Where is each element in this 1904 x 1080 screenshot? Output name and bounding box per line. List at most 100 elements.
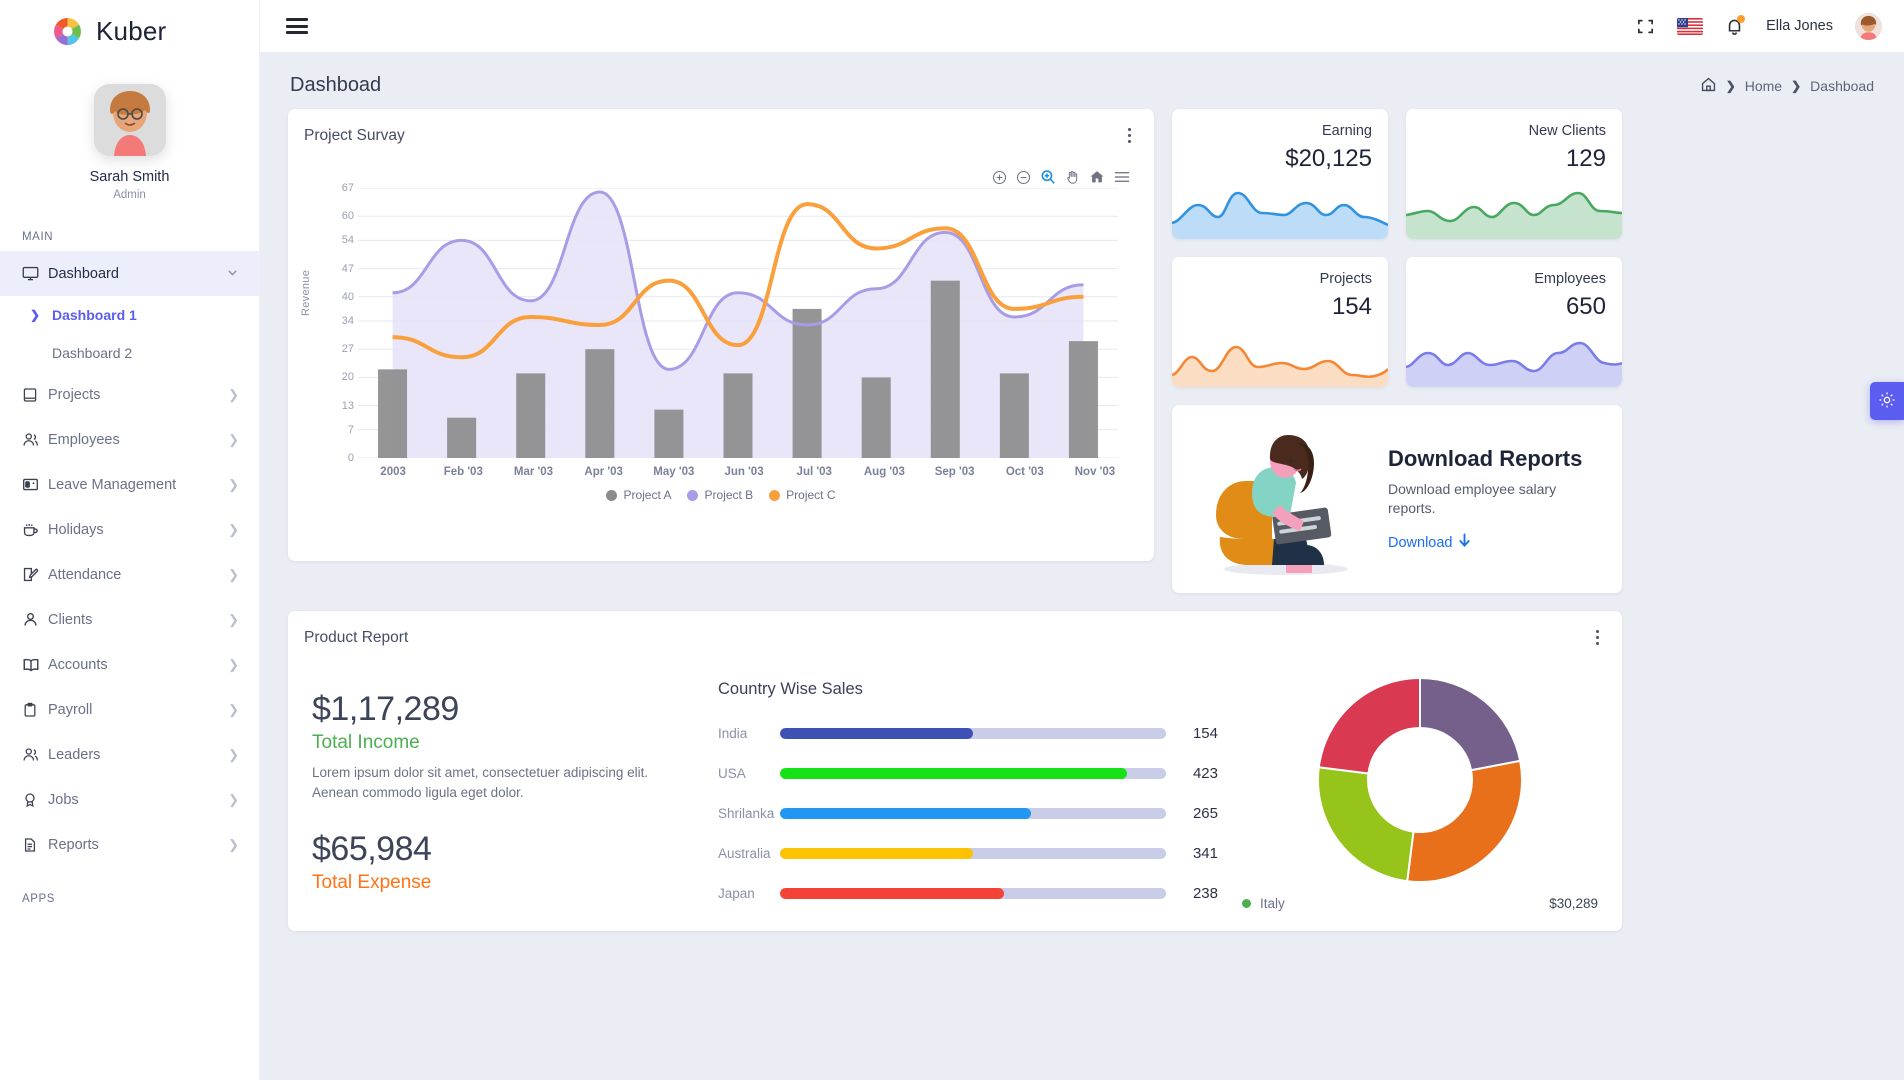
breadcrumb: ❯ Home ❯ Dashboad [1700, 76, 1874, 96]
donut-legend-row[interactable]: Italy $30,289 [1242, 896, 1598, 911]
chevron-right-icon: ❯ [228, 477, 239, 493]
app-root: Kuber Sarah Smith Admin MAIN [0, 0, 1904, 1080]
hamburger-icon[interactable] [286, 18, 308, 34]
selection-zoom-icon[interactable] [1040, 169, 1056, 185]
sidebar-item-label: Leaders [48, 747, 228, 763]
donut-segment[interactable] [1319, 678, 1420, 773]
sidebar-item-label: Jobs [48, 792, 228, 808]
sidebar-item-leaders[interactable]: Leaders ❯ [0, 732, 259, 777]
donut-legend: Italy $30,289 [1242, 896, 1598, 911]
sales-value: 154 [1166, 725, 1218, 742]
reports-description: Download employee salary reports. [1388, 480, 1566, 518]
chevron-down-icon [226, 266, 239, 282]
stat-label: Earning [1322, 123, 1372, 139]
stat-label: Projects [1320, 271, 1372, 287]
sidebar: Kuber Sarah Smith Admin MAIN [0, 0, 260, 1080]
nav-section-apps: APPS [0, 867, 259, 913]
sidebar-item-reports[interactable]: Reports ❯ [0, 822, 259, 867]
chevron-right-icon: ❯ [228, 522, 239, 538]
user-icon [22, 611, 48, 628]
menu-lines-icon[interactable] [1114, 170, 1130, 184]
sales-bar-track [780, 808, 1166, 819]
chart-legend-item[interactable]: Project C [769, 488, 835, 502]
stat-tile-employees[interactable]: Employees 650 [1406, 257, 1622, 387]
avatar[interactable] [94, 84, 166, 156]
sidebar-item-holidays[interactable]: Holidays ❯ [0, 507, 259, 552]
fullscreen-icon[interactable] [1636, 17, 1655, 36]
chart-x-tick: Apr '03 [569, 466, 639, 478]
bell-icon[interactable] [1725, 16, 1744, 36]
sales-country-label: Shrilanka [718, 806, 780, 821]
card-header: Project Survay [288, 109, 1154, 146]
sidebar-item-accounts[interactable]: Accounts ❯ [0, 642, 259, 687]
more-vertical-icon[interactable] [1122, 125, 1136, 146]
chart-y-tick: 67 [342, 182, 354, 194]
topbar-actions: Ella Jones [1636, 13, 1882, 40]
chevron-right-icon: ❯ [228, 567, 239, 583]
sidebar-subitem-dashboard-2[interactable]: ❯ Dashboard 2 [0, 334, 259, 372]
zoom-out-icon[interactable] [1016, 170, 1031, 185]
chart-y-tick: 40 [342, 291, 354, 303]
chevron-right-icon: ❯ [30, 346, 52, 360]
panning-icon[interactable] [1065, 169, 1080, 185]
chart-y-tick: 54 [342, 234, 354, 246]
total-income-value: $1,17,289 [312, 690, 694, 729]
reports-title: Download Reports [1388, 446, 1582, 472]
sidebar-item-projects[interactable]: Projects ❯ [0, 372, 259, 417]
legend-label: Italy [1260, 896, 1285, 911]
sidebar-item-dashboard[interactable]: Dashboard [0, 251, 259, 296]
card-title: Project Survay [304, 127, 405, 145]
usa-flag-icon[interactable] [1677, 18, 1703, 35]
product-donut-section: Italy $30,289 [1218, 656, 1622, 918]
sidebar-item-label: Clients [48, 612, 228, 628]
more-vertical-icon[interactable] [1590, 627, 1604, 648]
sparkline-area-icon [1406, 331, 1622, 387]
sidebar-subitem-dashboard-1[interactable]: ❯ Dashboard 1 [0, 296, 259, 334]
sidebar-item-clients[interactable]: Clients ❯ [0, 597, 259, 642]
home-icon[interactable] [1700, 76, 1717, 96]
sidebar-item-payroll[interactable]: Payroll ❯ [0, 687, 259, 732]
zoom-in-icon[interactable] [992, 170, 1007, 185]
sales-bar-fill [780, 888, 1004, 899]
chart-y-axis-label: Revenue [300, 270, 312, 316]
avatar[interactable] [1855, 13, 1882, 40]
donut-chart [1310, 670, 1530, 890]
product-report-card: Product Report $1,17,289 Total Income Lo… [288, 611, 1622, 931]
sales-value: 238 [1166, 885, 1218, 902]
sales-bar-fill [780, 768, 1127, 779]
chart-x-tick: May '03 [639, 466, 709, 478]
settings-fab[interactable] [1870, 382, 1904, 420]
stat-tile-new-clients[interactable]: New Clients 129 [1406, 109, 1622, 239]
stat-value: 154 [1332, 293, 1372, 321]
nav-section-main: MAIN [0, 205, 259, 251]
sales-country-label: Japan [718, 886, 780, 901]
sales-bar-fill [780, 848, 973, 859]
stat-tile-projects[interactable]: Projects 154 [1172, 257, 1388, 387]
chart-legend-item[interactable]: Project A [606, 488, 671, 502]
chart-legend-item[interactable]: Project B [687, 488, 753, 502]
monitor-icon [22, 265, 48, 282]
chevron-right-icon: ❯ [228, 612, 239, 628]
sidebar-item-jobs[interactable]: Jobs ❯ [0, 777, 259, 822]
topbar-user-name[interactable]: Ella Jones [1766, 18, 1833, 34]
donut-segment[interactable] [1420, 678, 1520, 770]
sales-country-label: USA [718, 766, 780, 781]
users-icon [22, 746, 48, 763]
donut-segment[interactable] [1407, 761, 1522, 882]
chart-y-tick: 60 [342, 210, 354, 222]
sidebar-item-leave-management[interactable]: Leave Management ❯ [0, 462, 259, 507]
users-icon [22, 431, 48, 448]
product-totals: $1,17,289 Total Income Lorem ipsum dolor… [288, 656, 718, 918]
sidebar-item-attendance[interactable]: Attendance ❯ [0, 552, 259, 597]
stat-tile-earning[interactable]: Earning $20,125 [1172, 109, 1388, 239]
open-book-icon [22, 656, 48, 674]
reset-home-icon[interactable] [1089, 169, 1105, 185]
sidebar-item-employees[interactable]: Employees ❯ [0, 417, 259, 462]
stat-label: Employees [1534, 271, 1606, 287]
sales-bar-track [780, 888, 1166, 899]
chart-plot-area [358, 188, 1130, 458]
download-link[interactable]: Download [1388, 533, 1471, 552]
donut-segment[interactable] [1318, 767, 1413, 881]
brand[interactable]: Kuber [0, 0, 259, 62]
breadcrumb-home[interactable]: Home [1745, 78, 1782, 94]
